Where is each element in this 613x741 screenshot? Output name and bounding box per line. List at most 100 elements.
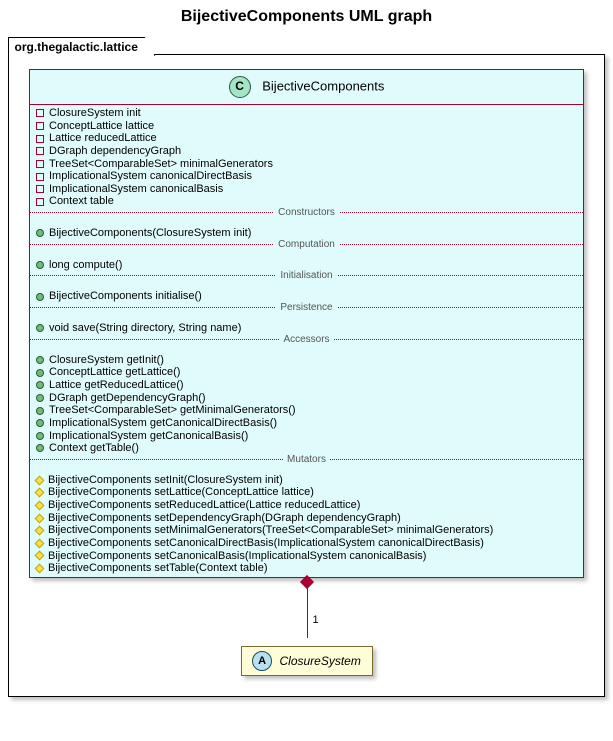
method-text: Context getTable() (49, 442, 139, 455)
field-member: Lattice reducedLattice (36, 132, 577, 145)
method-text: ClosureSystem getInit() (49, 354, 164, 367)
section-label: Computation (274, 239, 339, 250)
abstract-class-box: A ClosureSystem (241, 646, 373, 676)
field-visibility-icon (36, 173, 44, 181)
section-label: Persistence (276, 302, 336, 313)
field-visibility-icon (36, 122, 44, 130)
section-separator: Mutators (30, 459, 583, 470)
method-text: BijectiveComponents setCanonicalBasis(Im… (48, 550, 426, 563)
method-text: Lattice getReducedLattice() (49, 379, 184, 392)
method-visibility-icon (35, 475, 45, 485)
method-member: Context getTable() (36, 442, 577, 455)
package-frame: org.thegalactic.lattice C BijectiveCompo… (8, 54, 605, 697)
method-visibility-icon (36, 419, 44, 427)
section-separator: Accessors (30, 339, 583, 350)
field-member: ImplicationalSystem canonicalBasis (36, 183, 577, 196)
section-label: Mutators (283, 454, 330, 465)
method-member: BijectiveComponents setDependencyGraph(D… (36, 512, 577, 525)
field-member: TreeSet<ComparableSet> minimalGenerators (36, 158, 577, 171)
method-member: BijectiveComponents setLattice(ConceptLa… (36, 486, 577, 499)
method-member: ImplicationalSystem getCanonicalBasis() (36, 430, 577, 443)
method-member: BijectiveComponents setInit(ClosureSyste… (36, 474, 577, 487)
diagram-canvas: BijectiveComponents UML graph org.thegal… (0, 0, 613, 741)
section-separator: Persistence (30, 307, 583, 318)
method-text: BijectiveComponents setLattice(ConceptLa… (48, 486, 314, 499)
method-visibility-icon (35, 538, 45, 548)
method-member: void save(String directory, String name) (36, 322, 577, 335)
field-visibility-icon (36, 160, 44, 168)
method-text: ConceptLattice getLattice() (49, 366, 180, 379)
class-header: C BijectiveComponents (30, 70, 583, 105)
method-visibility-icon (36, 407, 44, 415)
method-visibility-icon (35, 513, 45, 523)
field-visibility-icon (36, 185, 44, 193)
field-visibility-icon (36, 135, 44, 143)
method-member: BijectiveComponents setReducedLattice(La… (36, 499, 577, 512)
method-section: ClosureSystem getInit()ConceptLattice ge… (30, 352, 583, 457)
abstract-marker-icon: A (252, 651, 272, 671)
package-name: org.thegalactic.lattice (8, 37, 155, 56)
diagram-title: BijectiveComponents UML graph (0, 0, 613, 32)
section-separator: Constructors (30, 212, 583, 223)
method-text: long compute() (49, 259, 122, 272)
method-member: BijectiveComponents setTable(Context tab… (36, 562, 577, 575)
connector-line (307, 578, 309, 638)
method-visibility-icon (36, 444, 44, 452)
field-visibility-icon (36, 198, 44, 206)
method-visibility-icon (35, 526, 45, 536)
method-text: BijectiveComponents setInit(ClosureSyste… (48, 474, 283, 487)
method-member: DGraph getDependencyGraph() (36, 392, 577, 405)
method-member: ConceptLattice getLattice() (36, 366, 577, 379)
method-visibility-icon (35, 488, 45, 498)
method-member: ClosureSystem getInit() (36, 354, 577, 367)
method-member: BijectiveComponents(ClosureSystem init) (36, 227, 577, 240)
method-visibility-icon (36, 381, 44, 389)
class-box: C BijectiveComponents ClosureSystem init… (29, 69, 584, 578)
method-visibility-icon (36, 261, 44, 269)
method-visibility-icon (36, 356, 44, 364)
method-member: TreeSet<ComparableSet> getMinimalGenerat… (36, 404, 577, 417)
field-member: ImplicationalSystem canonicalDirectBasis (36, 170, 577, 183)
field-member: ConceptLattice lattice (36, 120, 577, 133)
section-separator: Computation (30, 244, 583, 255)
section-label: Accessors (279, 334, 333, 345)
field-text: TreeSet<ComparableSet> minimalGenerators (49, 158, 273, 171)
field-text: Context table (49, 195, 114, 208)
section-label: Constructors (274, 207, 339, 218)
method-text: BijectiveComponents setReducedLattice(La… (48, 499, 360, 512)
field-text: ImplicationalSystem canonicalBasis (49, 183, 223, 196)
composition-connector: 1 (29, 578, 584, 646)
field-member: ClosureSystem init (36, 107, 577, 120)
field-text: ClosureSystem init (49, 107, 141, 120)
method-visibility-icon (36, 229, 44, 237)
method-text: BijectiveComponents initialise() (49, 290, 202, 303)
method-visibility-icon (36, 293, 44, 301)
method-visibility-icon (36, 394, 44, 402)
field-visibility-icon (36, 147, 44, 155)
method-text: BijectiveComponents setTable(Context tab… (48, 562, 268, 575)
method-text: BijectiveComponents setMinimalGenerators… (48, 524, 493, 537)
method-text: TreeSet<ComparableSet> getMinimalGenerat… (49, 404, 296, 417)
field-text: ImplicationalSystem canonicalDirectBasis (49, 170, 252, 183)
method-visibility-icon (35, 551, 45, 561)
method-visibility-icon (36, 369, 44, 377)
method-visibility-icon (35, 500, 45, 510)
method-text: ImplicationalSystem getCanonicalBasis() (49, 430, 248, 443)
section-label: Initialisation (276, 270, 336, 281)
field-text: Lattice reducedLattice (49, 132, 157, 145)
method-text: BijectiveComponents setDependencyGraph(D… (48, 512, 401, 525)
method-section: BijectiveComponents setInit(ClosureSyste… (30, 472, 583, 577)
method-text: DGraph getDependencyGraph() (49, 392, 206, 405)
field-visibility-icon (36, 109, 44, 117)
method-text: void save(String directory, String name) (49, 322, 241, 335)
method-text: BijectiveComponents(ClosureSystem init) (49, 227, 251, 240)
method-member: BijectiveComponents setCanonicalBasis(Im… (36, 550, 577, 563)
field-member: DGraph dependencyGraph (36, 145, 577, 158)
method-text: BijectiveComponents setCanonicalDirectBa… (48, 537, 484, 550)
method-visibility-icon (36, 324, 44, 332)
fields-section: ClosureSystem initConceptLattice lattice… (30, 105, 583, 210)
method-visibility-icon (36, 432, 44, 440)
class-marker-icon: C (229, 76, 251, 98)
method-visibility-icon (35, 564, 45, 574)
method-text: ImplicationalSystem getCanonicalDirectBa… (49, 417, 277, 430)
